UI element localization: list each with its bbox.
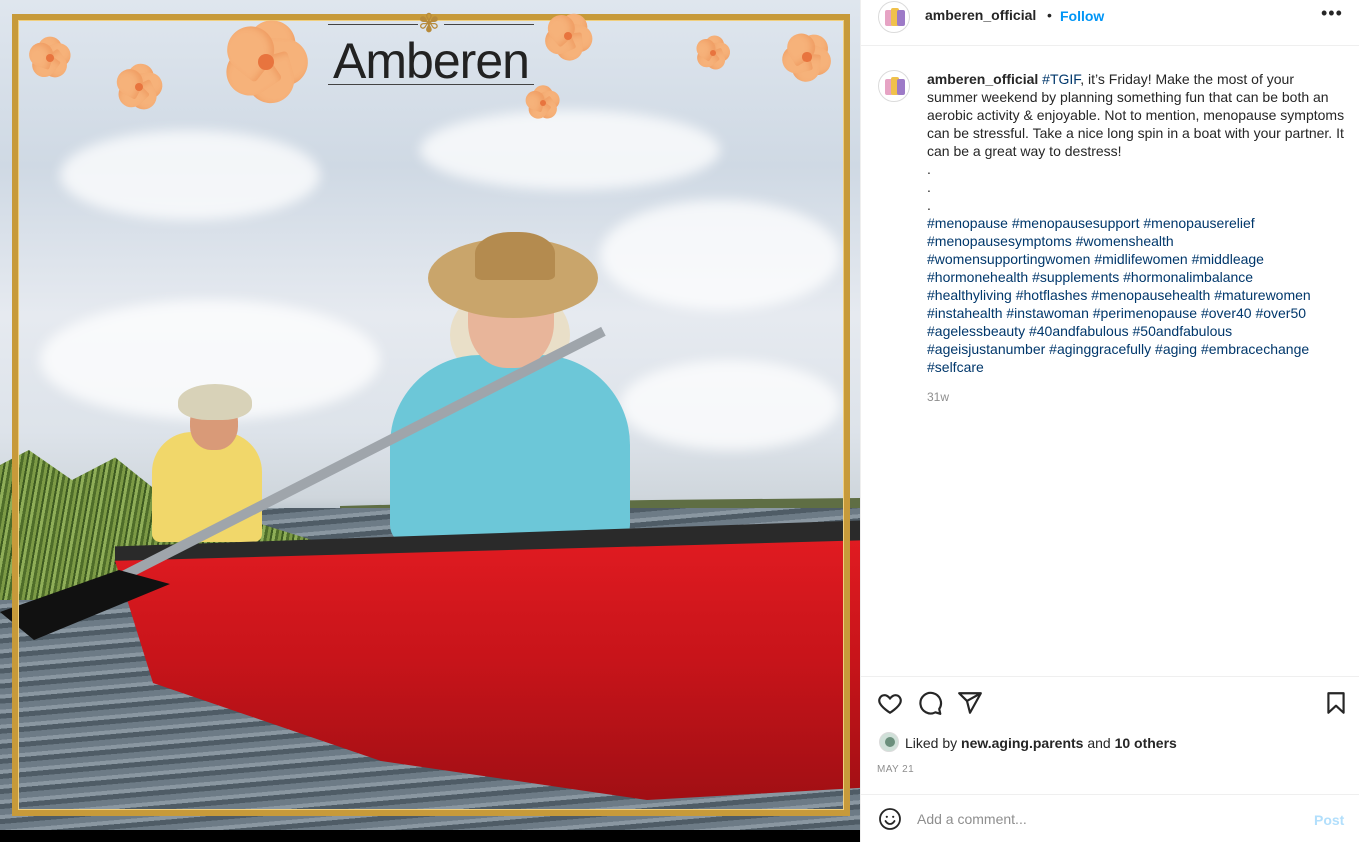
caption-username[interactable]: amberen_official bbox=[927, 71, 1038, 87]
hashtag-line[interactable]: #ageisjustanumber #aginggracefully #agin… bbox=[927, 340, 1352, 358]
hashtag-line[interactable]: #agelessbeauty #40andfabulous #50andfabu… bbox=[927, 322, 1352, 340]
post-image[interactable]: ✾ Amberen bbox=[0, 0, 860, 830]
flower-decoration bbox=[22, 30, 78, 86]
bookmark-icon[interactable] bbox=[1323, 690, 1349, 716]
hashtag-line[interactable]: #instahealth #instawoman #perimenopause … bbox=[927, 304, 1352, 322]
emoji-icon[interactable] bbox=[878, 807, 902, 831]
hashtag-line[interactable]: #healthyliving #hotflashes #menopausehea… bbox=[927, 286, 1352, 304]
hashtag-link[interactable]: #TGIF bbox=[1042, 71, 1080, 87]
others-link[interactable]: 10 others bbox=[1115, 735, 1177, 751]
flower-decoration bbox=[774, 24, 840, 90]
likes-text: Liked by new.aging.parents and 10 others bbox=[905, 735, 1177, 751]
share-icon[interactable] bbox=[957, 690, 983, 716]
more-options-icon[interactable]: ••• bbox=[1321, 3, 1343, 24]
liker-avatar[interactable] bbox=[879, 732, 899, 752]
separator-dot: • bbox=[1047, 7, 1052, 23]
liker-username[interactable]: new.aging.parents bbox=[961, 735, 1083, 751]
heart-icon[interactable] bbox=[877, 690, 903, 716]
hashtag-list: #menopause #menopausesupport #menopauser… bbox=[927, 214, 1352, 376]
likes-summary: Liked by new.aging.parents and 10 others bbox=[861, 728, 1359, 758]
post-side-panel: amberen_official • Follow ••• amberen_of… bbox=[860, 0, 1359, 842]
image-bottom-bar bbox=[0, 830, 860, 842]
flower-decoration bbox=[690, 30, 736, 76]
brand-logo-text: Amberen bbox=[333, 33, 530, 89]
header-username[interactable]: amberen_official bbox=[925, 7, 1036, 23]
post-date[interactable]: MAY 21 bbox=[877, 764, 914, 775]
flower-decoration bbox=[108, 56, 170, 118]
post-header: amberen_official • Follow ••• bbox=[861, 0, 1359, 46]
hashtag-line[interactable]: #womensupportingwomen #midlifewomen #mid… bbox=[927, 250, 1352, 268]
caption-text: amberen_official #TGIF, it’s Friday! Mak… bbox=[927, 70, 1347, 160]
comment-input[interactable] bbox=[917, 807, 1297, 831]
flower-decoration bbox=[536, 4, 600, 68]
post-comment-button[interactable]: Post bbox=[1314, 812, 1344, 828]
post-time-ago[interactable]: 31w bbox=[927, 390, 949, 404]
caption-dots: . . . bbox=[927, 161, 931, 213]
hashtag-line[interactable]: #menopausesymptoms #womenshealth bbox=[927, 232, 1352, 250]
profile-avatar[interactable] bbox=[878, 1, 910, 33]
gold-frame bbox=[12, 14, 850, 816]
hashtag-line[interactable]: #menopause #menopausesupport #menopauser… bbox=[927, 214, 1352, 232]
hashtag-line[interactable]: #hormonehealth #supplements #hormonalimb… bbox=[927, 268, 1352, 286]
comment-icon[interactable] bbox=[917, 690, 943, 716]
caption-avatar[interactable] bbox=[878, 70, 910, 102]
flower-decoration bbox=[210, 6, 322, 118]
hashtag-line[interactable]: #selfcare bbox=[927, 358, 1352, 376]
follow-button[interactable]: Follow bbox=[1060, 8, 1104, 24]
action-bar bbox=[861, 676, 1359, 728]
amberen-logo: ✾ Amberen bbox=[326, 6, 536, 89]
comment-composer: Post bbox=[861, 794, 1359, 842]
